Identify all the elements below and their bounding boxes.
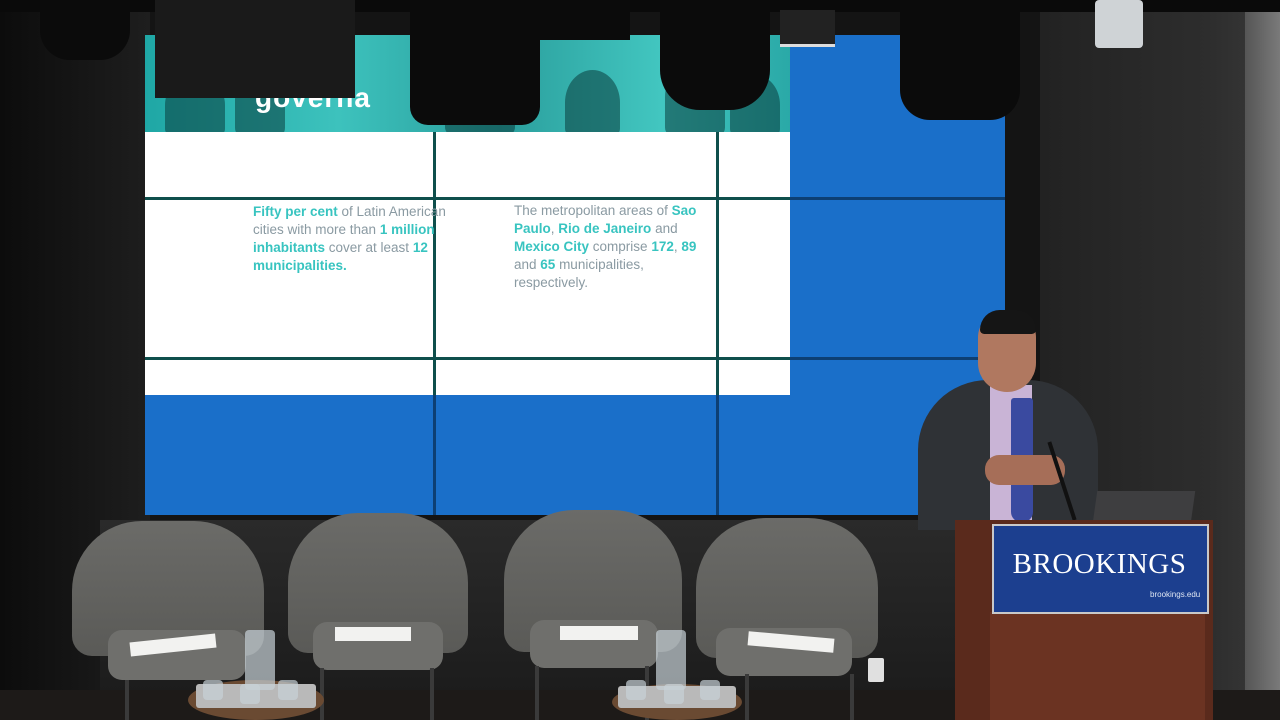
slide-right-text: and	[514, 257, 541, 272]
ceiling-speaker	[1095, 0, 1143, 48]
stage-light-icon	[155, 0, 355, 98]
stage-light-icon	[540, 0, 630, 40]
water-pitcher	[656, 630, 686, 690]
slide-seam	[145, 197, 790, 200]
slide-left-text: cover at least	[325, 240, 413, 255]
water-glass	[626, 680, 646, 700]
laptop-icon	[1092, 491, 1196, 523]
water-glass	[203, 680, 223, 700]
slide-right-highlight: 172	[651, 239, 674, 254]
slide-right-highlight: 89	[681, 239, 697, 254]
stage-light-icon	[780, 10, 835, 47]
water-glass	[664, 684, 684, 704]
water-glass	[278, 680, 298, 700]
stage-light-icon	[660, 0, 770, 110]
slide-right-text: comprise	[589, 239, 652, 254]
slide-right-highlight: Mexico City	[514, 239, 590, 254]
slide-left-text: Fifty per cent of Latin American cities …	[253, 203, 453, 275]
podium-front	[990, 612, 1205, 720]
slide-right-highlight: 65	[540, 257, 556, 272]
slide-seam	[716, 132, 719, 395]
name-card	[335, 627, 411, 641]
stage-light-icon	[410, 0, 540, 125]
slide-seam	[145, 357, 790, 360]
name-card	[560, 626, 638, 640]
podium-brand: BROOKINGS	[1012, 548, 1187, 580]
water-glass	[240, 684, 260, 704]
podium-url: brookings.edu	[1150, 590, 1201, 599]
right-wall-edge	[1245, 0, 1280, 720]
speaker-hair	[980, 310, 1036, 334]
slide-right-text: The metropolitan areas of Sao Paulo, Rio…	[514, 202, 714, 292]
slide-right-text: The metropolitan areas of	[514, 203, 672, 218]
slide-left-highlight: Fifty per cent	[253, 204, 338, 219]
stage-light-icon	[40, 0, 130, 60]
water-glass	[700, 680, 720, 700]
power-outlet-icon	[868, 658, 884, 682]
water-pitcher	[245, 630, 275, 690]
stage-light-icon	[900, 0, 1020, 120]
slide-right-text: and	[651, 221, 678, 236]
slide-right-highlight: Rio de Janeiro	[558, 221, 652, 236]
